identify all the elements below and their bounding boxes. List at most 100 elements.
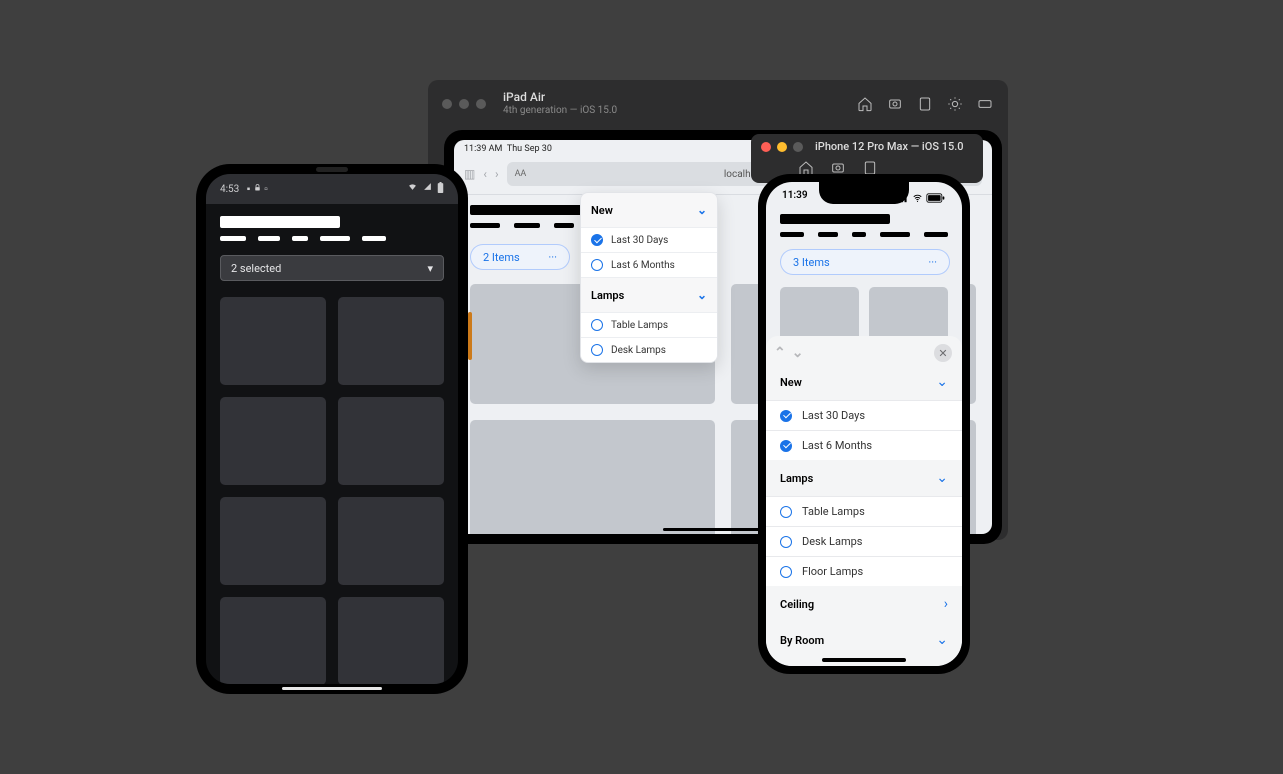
radio-checked-icon <box>780 440 792 452</box>
screenshot-icon[interactable] <box>886 95 904 113</box>
tab-item[interactable] <box>554 223 574 228</box>
iphone-sim-title: iPhone 12 Pro Max — iOS 15.0 <box>815 140 964 153</box>
sheet-option-floor-lamps[interactable]: Floor Lamps <box>766 556 962 586</box>
sheet-section-title: Lamps <box>780 472 813 485</box>
sheet-option-last-30-days[interactable]: Last 30 Days <box>766 400 962 430</box>
window-minimize-button[interactable] <box>459 99 469 109</box>
popover-option-table-lamps[interactable]: Table Lamps <box>581 312 717 337</box>
sheet-option-label: Floor Lamps <box>802 565 863 578</box>
sheet-section-title: Ceiling <box>780 598 814 611</box>
radio-icon <box>591 319 603 331</box>
window-zoom-button[interactable] <box>476 99 486 109</box>
pixel-page-content: 2 selected ▾ <box>206 204 458 684</box>
sheet-option-label: Table Lamps <box>802 505 865 518</box>
product-grid <box>220 297 444 684</box>
appearance-icon[interactable] <box>946 95 964 113</box>
sheet-expand-icon[interactable]: ⌄ <box>792 345 804 361</box>
product-card[interactable] <box>220 297 326 385</box>
pixel-power-button <box>468 312 472 360</box>
lock-icon <box>253 184 264 195</box>
android-status-bar: 4:53 ▪ ▫ <box>206 174 458 204</box>
product-card[interactable] <box>338 597 444 684</box>
radio-icon <box>591 344 603 356</box>
chevron-down-icon: ⌄ <box>936 374 948 390</box>
radio-icon <box>780 506 792 518</box>
radio-icon <box>591 259 603 271</box>
sheet-option-desk-lamps[interactable]: Desk Lamps <box>766 526 962 556</box>
filter-chip[interactable]: 3 Items ··· <box>780 249 950 275</box>
chevron-down-icon: ⌄ <box>697 288 707 302</box>
radio-checked-icon <box>780 410 792 422</box>
filter-bottom-sheet: ⌃ ⌄ ✕ New ⌄ Last 30 Days Last 6 Months L… <box>766 336 962 666</box>
close-icon[interactable]: ✕ <box>934 344 952 362</box>
sheet-section-by-room[interactable]: By Room ⌄ <box>766 622 962 652</box>
sheet-section-ceiling[interactable]: Ceiling › <box>766 586 962 622</box>
window-minimize-button[interactable] <box>777 142 787 152</box>
product-card[interactable] <box>220 397 326 485</box>
page-tabs <box>780 232 948 237</box>
tab-item[interactable] <box>258 236 280 241</box>
iphone-device-frame: 11:39 <box>758 174 970 674</box>
chevron-down-icon: ⌄ <box>697 203 707 217</box>
popover-section-title: Lamps <box>591 289 624 302</box>
filter-chip-more: ··· <box>548 251 557 264</box>
filter-select[interactable]: 2 selected ▾ <box>220 255 444 281</box>
notification-icon: ▪ <box>247 184 251 195</box>
sheet-top-controls: ⌃ ⌄ ✕ <box>766 342 962 364</box>
radio-icon <box>780 566 792 578</box>
window-zoom-button[interactable] <box>793 142 803 152</box>
tab-item[interactable] <box>470 223 500 228</box>
chevron-right-icon: › <box>944 596 948 612</box>
sheet-collapse-icon[interactable]: ⌃ <box>774 345 786 361</box>
popover-section-title: New <box>591 204 613 217</box>
keyboard-icon[interactable] <box>976 95 994 113</box>
sheet-option-table-lamps[interactable]: Table Lamps <box>766 496 962 526</box>
popover-option-desk-lamps[interactable]: Desk Lamps <box>581 337 717 362</box>
popover-section-new[interactable]: New ⌄ <box>581 193 717 227</box>
pixel-device-frame: 4:53 ▪ ▫ <box>196 164 468 694</box>
android-status-time: 4:53 <box>220 184 239 195</box>
window-close-button[interactable] <box>442 99 452 109</box>
page-title-placeholder <box>780 214 890 224</box>
tab-item[interactable] <box>362 236 386 241</box>
app-icon: ▫ <box>264 184 268 195</box>
sheet-section-lamps[interactable]: Lamps ⌄ <box>766 460 962 496</box>
product-card[interactable] <box>470 420 715 534</box>
sidebar-toggle-icon[interactable]: ▥ <box>464 167 475 181</box>
switcher-icon[interactable] <box>916 95 934 113</box>
tab-item[interactable] <box>292 236 308 241</box>
back-icon[interactable]: ‹ <box>483 167 487 181</box>
product-card[interactable] <box>220 597 326 684</box>
window-close-button[interactable] <box>761 142 771 152</box>
filter-chip[interactable]: 2 Items ··· <box>470 244 570 270</box>
tab-item[interactable] <box>514 223 540 228</box>
home-icon[interactable] <box>856 95 874 113</box>
tab-item[interactable] <box>880 232 910 237</box>
tab-item[interactable] <box>924 232 948 237</box>
filter-chip-label: 3 Items <box>793 256 830 269</box>
sheet-section-new[interactable]: New ⌄ <box>766 364 962 400</box>
iphone-status-time: 11:39 <box>782 190 808 208</box>
tab-item[interactable] <box>320 236 350 241</box>
product-card[interactable] <box>338 397 444 485</box>
radio-checked-icon <box>591 234 603 246</box>
product-card[interactable] <box>220 497 326 585</box>
sheet-option-last-6-months[interactable]: Last 6 Months <box>766 430 962 460</box>
reader-mode-label[interactable]: AA <box>515 169 527 179</box>
product-card[interactable] <box>338 497 444 585</box>
tab-item[interactable] <box>852 232 866 237</box>
product-card[interactable] <box>338 297 444 385</box>
tab-item[interactable] <box>818 232 838 237</box>
battery-icon <box>926 193 946 206</box>
forward-icon[interactable]: › <box>495 167 499 181</box>
popover-option-last-30-days[interactable]: Last 30 Days <box>581 227 717 252</box>
tab-item[interactable] <box>220 236 246 241</box>
ipad-sim-title-block: iPad Air 4th generation — iOS 15.0 <box>503 91 617 117</box>
popover-option-last-6-months[interactable]: Last 6 Months <box>581 252 717 277</box>
battery-icon <box>437 182 444 196</box>
tab-item[interactable] <box>780 232 804 237</box>
radio-icon <box>780 536 792 548</box>
sheet-section-title: New <box>780 376 802 389</box>
popover-section-lamps[interactable]: Lamps ⌄ <box>581 277 717 312</box>
chevron-down-icon: ⌄ <box>936 470 948 486</box>
